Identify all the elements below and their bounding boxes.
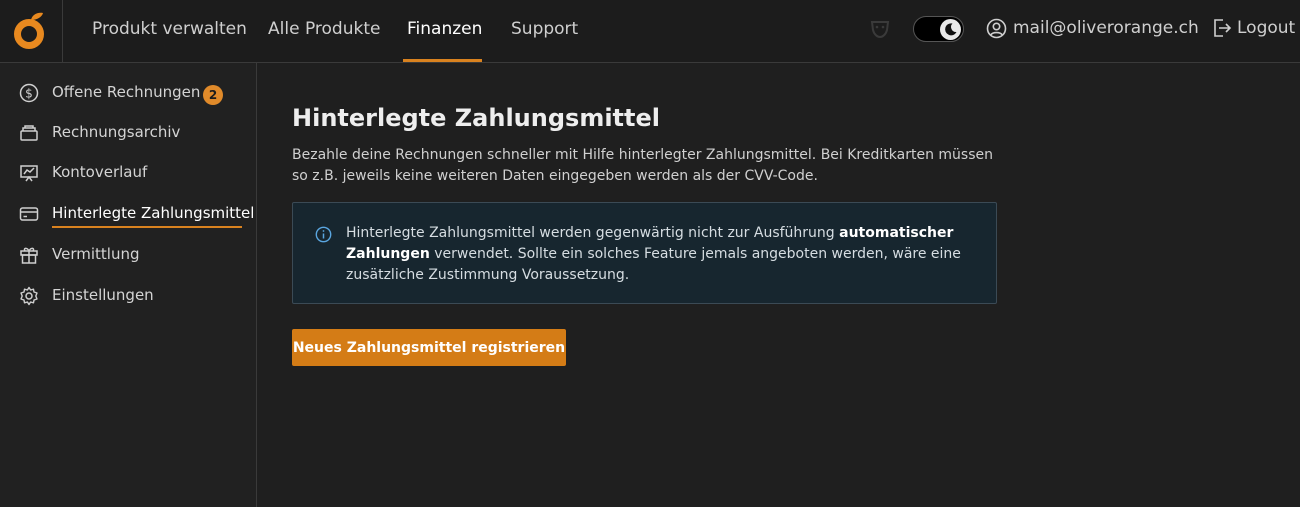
top-navigation-bar: Produkt verwalten Alle Produkte Finanzen…	[0, 0, 1300, 63]
user-icon	[986, 18, 1007, 39]
sidebar-item-einstellungen[interactable]: Einstellungen	[0, 278, 256, 314]
page-title: Hinterlegte Zahlungsmittel	[292, 104, 661, 132]
sidebar-item-label: Einstellungen	[52, 286, 154, 304]
sidebar-item-label: Offene Rechnungen	[52, 83, 201, 101]
sidebar-item-label: Vermittlung	[52, 245, 140, 263]
info-text-start: Hinterlegte Zahlungsmittel werden gegenw…	[346, 225, 840, 241]
logout-icon[interactable]	[1211, 17, 1233, 39]
sidebar-item-label: Kontoverlauf	[52, 163, 148, 181]
sidebar-item-rechnungsarchiv[interactable]: Rechnungsarchiv	[0, 115, 256, 151]
credit-card-icon	[19, 207, 39, 221]
nav-support[interactable]: Support	[511, 0, 578, 62]
nav-alle-produkte[interactable]: Alle Produkte	[268, 0, 380, 62]
register-payment-method-button[interactable]: Neues Zahlungsmittel registrieren	[292, 329, 566, 366]
sidebar-item-label: Hinterlegte Zahlungsmittel	[52, 204, 255, 222]
nav-finanzen[interactable]: Finanzen	[407, 0, 482, 62]
svg-text:$: $	[25, 87, 33, 101]
chart-board-icon	[20, 165, 38, 182]
sidebar-item-label: Rechnungsarchiv	[52, 123, 181, 141]
open-invoices-badge: 2	[203, 85, 223, 105]
dark-mode-toggle[interactable]	[913, 16, 964, 42]
toggle-knob	[940, 19, 961, 40]
active-sidebar-indicator	[52, 226, 242, 228]
gear-icon	[20, 286, 38, 306]
user-email-link[interactable]: mail@oliverorange.ch	[1013, 0, 1199, 57]
mask-icon[interactable]	[868, 17, 892, 41]
orange-logo-icon	[14, 12, 44, 49]
page-description: Bezahle deine Rechnungen schneller mit H…	[292, 147, 993, 184]
info-notice: Hinterlegte Zahlungsmittel werden gegenw…	[292, 202, 997, 304]
info-text-end: verwendet. Sollte ein solches Feature je…	[346, 246, 961, 283]
nav-produkt-verwalten[interactable]: Produkt verwalten	[92, 0, 247, 62]
sidebar-item-vermittlung[interactable]: Vermittlung	[0, 237, 256, 273]
logout-button[interactable]: Logout	[1237, 0, 1295, 57]
info-text: Hinterlegte Zahlungsmittel werden gegenw…	[346, 223, 976, 286]
sidebar-item-kontoverlauf[interactable]: Kontoverlauf	[0, 155, 256, 191]
active-nav-indicator	[403, 59, 482, 62]
sidebar: $ Offene Rechnungen 2 Rechnungsarchiv Ko…	[0, 63, 257, 507]
gift-icon	[20, 247, 38, 264]
moon-icon	[945, 23, 957, 36]
archive-icon	[20, 125, 38, 141]
info-icon	[315, 226, 332, 243]
logo[interactable]	[0, 0, 63, 62]
dollar-circle-icon: $	[19, 83, 39, 103]
